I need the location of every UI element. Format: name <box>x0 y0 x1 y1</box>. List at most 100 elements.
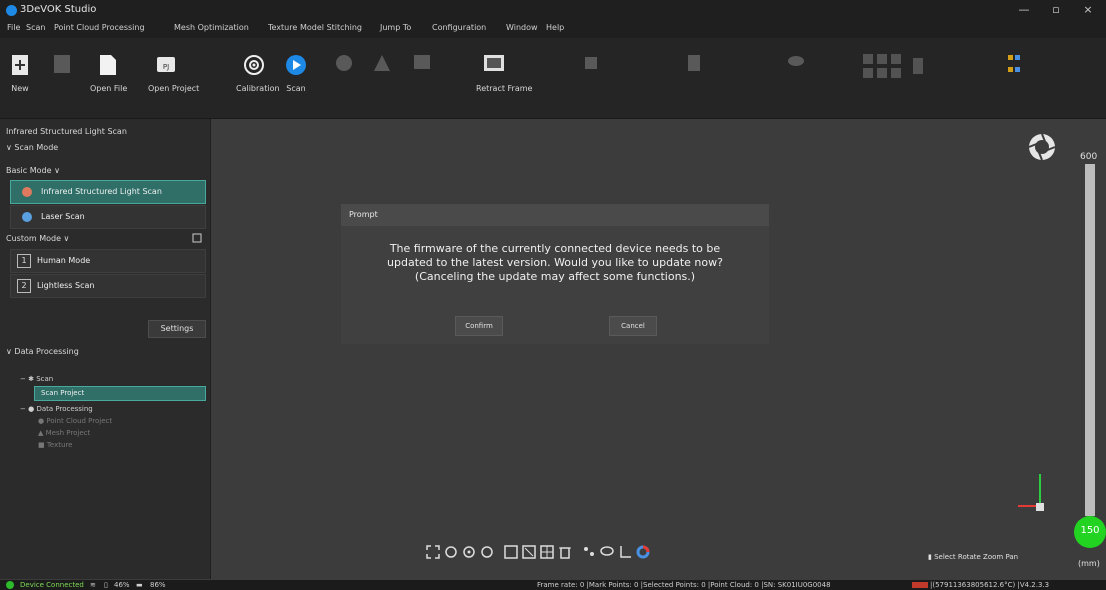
confirm-button[interactable]: Confirm <box>455 316 503 336</box>
basic-mode-toggle[interactable]: Basic Mode ∨ <box>6 166 60 175</box>
new-button[interactable]: New <box>2 44 38 96</box>
open-file-button[interactable]: Open File <box>90 44 128 96</box>
menu-model-stitching[interactable]: Model Stitching <box>300 23 362 32</box>
left-panel: Infrared Structured Light Scan ∨ Scan Mo… <box>0 119 211 579</box>
tree-scan[interactable]: − ✱ Scan <box>20 375 53 383</box>
title-bar: 3DeVOK Studio — ▫ × <box>0 0 1106 20</box>
scan-play-icon <box>286 55 306 75</box>
lasso-icon[interactable] <box>600 545 614 559</box>
chevron-down-icon: ∨ <box>61 234 70 243</box>
view-tools-bar <box>426 539 716 567</box>
dialog-header: Prompt <box>341 204 769 226</box>
image-button[interactable] <box>404 44 440 96</box>
laser-scan-mode-button[interactable]: Laser Scan <box>10 205 206 229</box>
invert-select-icon[interactable] <box>522 545 536 559</box>
lightless-scan-label: Lightless Scan <box>37 281 95 290</box>
triangle-icon <box>374 55 390 71</box>
depth-scale-knob[interactable]: 150 <box>1074 516 1106 548</box>
menu-window[interactable]: Window <box>506 23 538 32</box>
laser-scan-icon <box>22 212 32 222</box>
report-button[interactable] <box>676 44 712 96</box>
data-processing-section[interactable]: ∨ Data Processing <box>6 347 79 356</box>
human-mode-label: Human Mode <box>37 256 91 265</box>
tree-scan-label: Scan <box>36 375 54 383</box>
menu-file[interactable]: File <box>7 23 20 32</box>
tree-scan-project[interactable]: Scan Project <box>34 386 206 401</box>
open-project-label: Open Project <box>148 84 200 93</box>
edit-icon[interactable] <box>192 233 202 243</box>
save-button[interactable] <box>44 44 80 96</box>
dialog-message-line: The firmware of the currently connected … <box>389 242 721 255</box>
battery-icon: ▬ <box>136 581 143 589</box>
calibration-button[interactable]: Calibration <box>236 44 280 96</box>
color-wheel-icon[interactable] <box>636 545 650 559</box>
scale-max-label: 600 <box>1080 152 1098 162</box>
layout-icon <box>1008 55 1020 72</box>
close-button[interactable]: × <box>1076 2 1100 18</box>
custom-mode-toggle[interactable]: Custom Mode ∨ <box>6 234 69 243</box>
grid-select-icon[interactable] <box>540 545 554 559</box>
menu-mesh-optimization[interactable]: Mesh Optimization <box>174 23 249 32</box>
tree-data-processing[interactable]: − ● Data Processing <box>20 405 93 413</box>
device-status: Device Connected <box>20 581 84 589</box>
select-mode-icon[interactable] <box>444 545 458 559</box>
retract-frame-button[interactable]: Retract Frame <box>476 44 532 96</box>
open-file-label: Open File <box>90 84 128 93</box>
delete-icon[interactable] <box>558 545 572 559</box>
mesh-icon: ▲ <box>38 429 46 437</box>
export-icon <box>585 57 597 69</box>
human-mode-button[interactable]: 1 Human Mode <box>10 249 206 273</box>
infrared-scan-mode-button[interactable]: Infrared Structured Light Scan <box>10 180 206 204</box>
open-project-button[interactable]: PJ Open Project <box>148 44 200 96</box>
tool-group-button[interactable] <box>863 44 923 96</box>
menu-help[interactable]: Help <box>546 23 564 32</box>
data-processing-label: Data Processing <box>14 347 79 356</box>
depth-scale-bar[interactable] <box>1085 164 1095 516</box>
lightless-scan-button[interactable]: 2 Lightless Scan <box>10 274 206 298</box>
wifi-icon: ≋ <box>90 581 96 589</box>
tree-mesh-project[interactable]: ▲ Mesh Project <box>38 429 90 437</box>
tree-texture[interactable]: ■ Texture <box>38 441 72 449</box>
texture-label: Texture <box>46 441 73 449</box>
battery-level-2: 86% <box>150 581 166 589</box>
mode-number-badge: 2 <box>17 279 31 293</box>
menu-jump-to[interactable]: Jump To <box>380 23 411 32</box>
export-button[interactable] <box>574 44 610 96</box>
menu-configuration[interactable]: Configuration <box>432 23 486 32</box>
coordinate-axis-icon[interactable] <box>618 545 632 559</box>
menu-texture[interactable]: Texture <box>268 23 297 32</box>
menu-bar: File Scan Point Cloud Processing Mesh Op… <box>0 20 1106 38</box>
point-filter-icon[interactable] <box>582 545 596 559</box>
tree-data-processing-label: Data Processing <box>36 405 93 413</box>
cancel-button[interactable]: Cancel <box>609 316 657 336</box>
mesh-button[interactable] <box>364 44 400 96</box>
fit-view-icon[interactable] <box>426 545 440 559</box>
infrared-scan-icon <box>22 187 32 197</box>
menu-scan[interactable]: Scan <box>26 23 45 32</box>
stop-scan-button[interactable] <box>326 44 362 96</box>
scan-label: Scan <box>286 84 306 93</box>
rotate-view-icon[interactable] <box>462 545 476 559</box>
tree-collapse-icon: − ● <box>20 405 37 413</box>
mouse-hints-text: Select Rotate Zoom Pan <box>934 553 1019 561</box>
settings-button[interactable]: Settings <box>148 320 206 338</box>
menu-point-cloud-processing[interactable]: Point Cloud Processing <box>54 23 145 32</box>
minimize-button[interactable]: — <box>1012 2 1036 18</box>
3d-viewport[interactable] <box>211 119 1106 579</box>
camera-shutter-icon[interactable] <box>1027 132 1057 162</box>
scan-button[interactable]: Scan <box>278 44 314 96</box>
texture-icon: ■ <box>38 441 47 449</box>
cloud-button[interactable] <box>778 44 814 96</box>
chevron-down-icon: ∨ <box>51 166 60 175</box>
scan-mode-section[interactable]: ∨ Scan Mode <box>6 143 58 152</box>
box-select-icon[interactable] <box>504 545 518 559</box>
status-bar: Device Connected ≋ ▯ 46% ▬ 86% Frame rat… <box>0 580 1106 590</box>
layout-button[interactable] <box>996 44 1032 96</box>
custom-mode-label: Custom Mode <box>6 234 61 243</box>
report-icon <box>688 55 700 71</box>
center-view-icon[interactable] <box>480 545 494 559</box>
tool-group-icon <box>863 54 923 78</box>
tree-point-cloud-project[interactable]: ● Point Cloud Project <box>38 417 112 425</box>
mode-number-badge: 1 <box>17 254 31 268</box>
maximize-button[interactable]: ▫ <box>1044 2 1068 18</box>
